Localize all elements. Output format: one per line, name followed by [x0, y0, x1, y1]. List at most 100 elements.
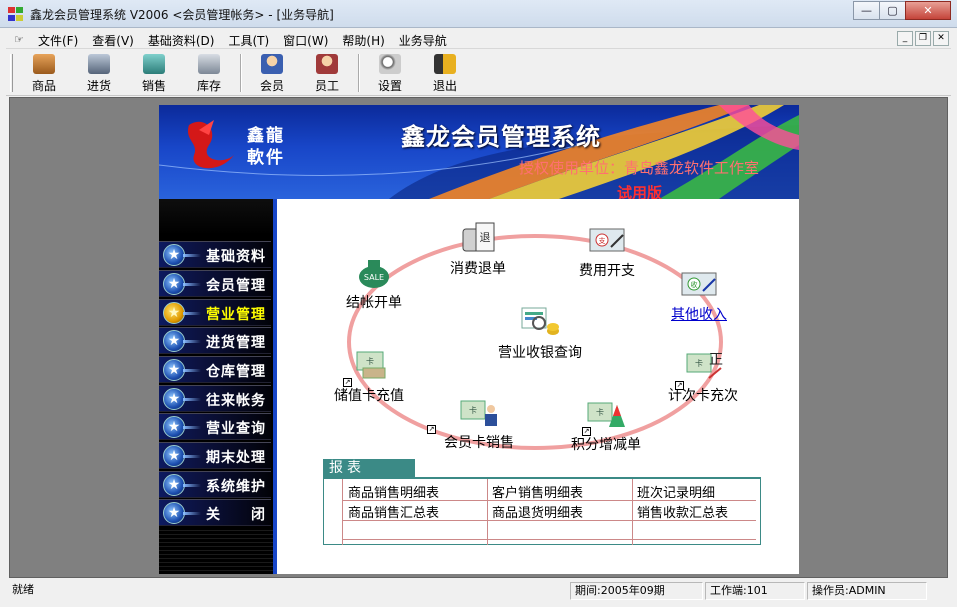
toolbar-separator — [358, 54, 360, 92]
card-sale-icon: 卡 — [460, 400, 497, 426]
title-bar: 鑫龙会员管理系统 V2006 <会员管理帐务> - [业务导航] — ▢ ✕ — [0, 0, 957, 28]
menu-file[interactable]: 文件(F) — [38, 32, 78, 49]
menu-help[interactable]: 帮助(H) — [342, 32, 384, 49]
cashier-query-node[interactable]: 营业收银查询 — [485, 305, 595, 362]
member-button[interactable]: 会员 — [247, 52, 297, 94]
expense-node[interactable]: 支 费用开支 — [569, 223, 645, 280]
banner: 鑫龍 軟件 鑫龙会员管理系统 授权使用单位：青岛鑫龙软件工作室 试用版 — [159, 105, 799, 199]
sidebar-item-warehouse-management[interactable]: ★ 仓库管理 — [159, 356, 271, 383]
maximize-button[interactable]: ▢ — [879, 1, 906, 20]
stored-card-topup-node[interactable]: 卡 储值卡充值 — [329, 348, 409, 405]
star-icon: ★ — [163, 388, 185, 410]
count-card-topup-node[interactable]: 卡 正 计次卡充次 — [663, 348, 743, 405]
sidebar-item-close[interactable]: ★ 关 闭 — [159, 499, 271, 526]
box-icon — [33, 54, 55, 74]
status-period: 期间:2005年09期 — [570, 582, 703, 600]
svg-text:卡: 卡 — [469, 405, 477, 415]
exit-door-icon — [434, 54, 456, 74]
report-section: 报表 商品销售明细表 客户销售明细表 班次记录明细 商品销售汇总表 商品退货明细… — [323, 459, 761, 545]
svg-text:支: 支 — [599, 236, 606, 245]
mdi-restore-button[interactable]: ❐ — [915, 31, 931, 46]
purchase-button[interactable]: 进货 — [74, 52, 124, 94]
mdi-close-button[interactable]: ✕ — [933, 31, 949, 46]
menu-window[interactable]: 窗口(W) — [283, 32, 328, 49]
pointing-hand-icon: ☞ — [14, 33, 24, 46]
close-button[interactable]: ✕ — [905, 1, 951, 20]
exit-button[interactable]: 退出 — [420, 52, 470, 94]
count-card-icon: 卡 正 — [686, 352, 723, 379]
sidebar-item-member-management[interactable]: ★ 会员管理 — [159, 270, 271, 297]
sidebar-item-basic-data[interactable]: ★ 基础资料 — [159, 241, 271, 268]
sidebar-item-system-maintenance[interactable]: ★ 系统维护 — [159, 471, 271, 498]
resize-grip[interactable] — [929, 582, 949, 600]
trial-badge: 试用版 — [617, 184, 663, 199]
star-icon: ★ — [163, 273, 185, 295]
employee-icon — [316, 54, 338, 74]
star-icon: ★ — [163, 502, 185, 524]
svg-text:卡: 卡 — [695, 358, 703, 368]
toolbar: 商品 进货 销售 库存 会员 员工 设置 退出 — [6, 50, 951, 96]
toolbar-grip[interactable] — [10, 54, 13, 92]
sidebar-item-period-end[interactable]: ★ 期末处理 — [159, 442, 271, 469]
status-bar: 就绪 期间:2005年09期 工作端:101 操作员:ADMIN — [6, 581, 951, 601]
card-sale-node[interactable]: 卡 会员卡销售 — [439, 395, 519, 452]
report-item[interactable]: 班次记录明细 — [637, 482, 715, 501]
settings-button[interactable]: 设置 — [365, 52, 415, 94]
magnifier-tool-icon — [379, 54, 401, 74]
shortcut-arrow-icon: ↗ — [343, 378, 352, 387]
refund-receipt-icon: 退 — [462, 222, 495, 252]
checkout-node[interactable]: SALE 结帐开单 — [334, 255, 414, 312]
points-pyramid-icon: 卡 — [587, 402, 625, 427]
menu-basic-data[interactable]: 基础资料(D) — [148, 32, 215, 49]
svg-text:卡: 卡 — [596, 407, 604, 417]
menu-business-nav[interactable]: 业务导航 — [399, 32, 447, 49]
star-icon: ★ — [163, 416, 185, 438]
sidebar-item-accounts[interactable]: ★ 往来帐务 — [159, 385, 271, 412]
goods-button[interactable]: 商品 — [19, 52, 69, 94]
stored-value-card-icon: 卡 — [356, 351, 386, 379]
sidebar-item-purchase-management[interactable]: ★ 进货管理 — [159, 327, 271, 354]
menu-tools[interactable]: 工具(T) — [228, 32, 269, 49]
svg-text:退: 退 — [480, 231, 491, 244]
shortcut-arrow-icon: ↗ — [427, 425, 436, 434]
employee-button[interactable]: 员工 — [302, 52, 352, 94]
svg-text:正: 正 — [709, 352, 723, 368]
status-operator: 操作员:ADMIN — [807, 582, 927, 600]
expense-cheque-icon: 支 — [589, 228, 625, 252]
status-terminal: 工作端:101 — [705, 582, 805, 600]
report-item[interactable]: 销售收款汇总表 — [637, 502, 728, 521]
menu-bar: ☞ 文件(F) 查看(V) 基础资料(D) 工具(T) 窗口(W) 帮助(H) … — [6, 29, 951, 49]
company-logo-text: 鑫龍 軟件 — [247, 126, 285, 168]
svg-text:卡: 卡 — [366, 356, 374, 366]
app-icon — [8, 7, 23, 21]
svg-text:收: 收 — [691, 280, 698, 289]
sidebar-item-business-management[interactable]: ★ 营业管理 — [159, 299, 271, 326]
star-icon: ★ — [163, 244, 185, 266]
warehouse-icon — [198, 54, 220, 74]
star-icon: ★ — [163, 474, 185, 496]
report-item[interactable]: 商品销售汇总表 — [348, 502, 439, 521]
menu-view[interactable]: 查看(V) — [92, 32, 134, 49]
money-bag-icon: SALE — [359, 260, 389, 288]
refund-node[interactable]: 退 消费退单 — [438, 221, 518, 278]
star-icon: ★ — [163, 302, 185, 324]
other-income-node[interactable]: 收 其他收入 — [661, 267, 737, 324]
star-icon: ★ — [163, 445, 185, 467]
sales-button[interactable]: 销售 — [129, 52, 179, 94]
star-icon: ★ — [163, 330, 185, 352]
report-tab: 报表 — [323, 459, 415, 478]
income-cheque-icon: 收 — [681, 272, 717, 296]
inventory-button[interactable]: 库存 — [184, 52, 234, 94]
system-title: 鑫龙会员管理系统 — [401, 122, 601, 151]
report-item[interactable]: 客户销售明细表 — [492, 482, 583, 501]
report-item[interactable]: 商品退货明细表 — [492, 502, 583, 521]
query-coins-icon — [521, 307, 559, 335]
status-ready: 就绪 — [12, 583, 34, 596]
shortcut-arrow-icon: ↗ — [675, 381, 684, 390]
report-item[interactable]: 商品销售明细表 — [348, 482, 439, 501]
sidebar-item-business-query[interactable]: ★ 营业查询 — [159, 413, 271, 440]
truck-icon — [143, 54, 165, 74]
minimize-button[interactable]: — — [853, 1, 880, 20]
mdi-minimize-button[interactable]: _ — [897, 31, 913, 46]
points-adjust-node[interactable]: 卡 积分增减单 — [566, 397, 646, 454]
